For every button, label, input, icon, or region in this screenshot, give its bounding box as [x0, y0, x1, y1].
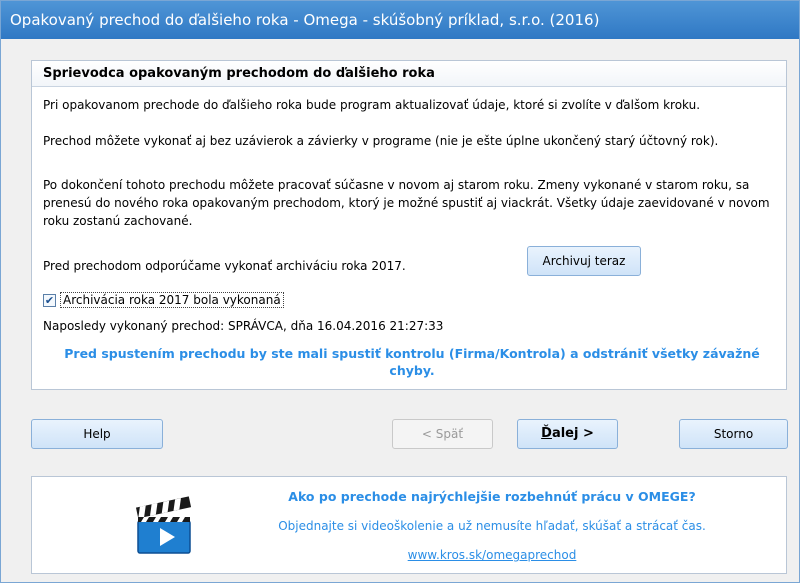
archive-done-checkbox-row[interactable]: ✔ Archivácia roka 2017 bola vykonaná	[43, 290, 284, 310]
promo-link[interactable]: www.kros.sk/omegaprechod	[242, 548, 742, 562]
back-button[interactable]: < Späť	[392, 419, 493, 449]
help-button[interactable]: Help	[31, 419, 163, 449]
info-paragraph-3: Po dokončení tohoto prechodu môžete prac…	[43, 178, 770, 228]
wizard-window: Opakovaný prechod do ďalšieho roka - Ome…	[0, 0, 800, 583]
clapperboard-icon	[135, 496, 192, 554]
warning-message: Pred spustením prechodu by ste mali spus…	[64, 346, 760, 378]
next-button[interactable]: Ďalej >	[517, 419, 618, 449]
archive-recommendation: Pred prechodom odporúčame vykonať archiv…	[43, 259, 406, 273]
next-button-mnemonic: Ď	[541, 426, 552, 441]
info-paragraph-1: Pri opakovanom prechode do ďalšieho roka…	[43, 98, 701, 112]
promo-panel: Ako po prechode najrýchlejšie rozbehnúť …	[31, 476, 787, 574]
archive-now-button[interactable]: Archivuj teraz	[527, 246, 641, 276]
info-paragraph-2: Prechod môžete vykonať aj bez uzávierok …	[43, 134, 719, 148]
cancel-button[interactable]: Storno	[679, 419, 788, 449]
archive-done-checkbox[interactable]: ✔	[43, 293, 56, 307]
promo-title: Ako po prechode najrýchlejšie rozbehnúť …	[288, 489, 696, 504]
wizard-header: Sprievodca opakovaným prechodom do ďalši…	[32, 61, 786, 87]
last-run-info: Naposledy vykonaný prechod: SPRÁVCA, dňa…	[43, 319, 444, 333]
archive-done-label[interactable]: Archivácia roka 2017 bola vykonaná	[60, 292, 284, 308]
next-button-label: alej >	[551, 426, 594, 441]
promo-subtitle: Objednajte si videoškolenie a už nemusít…	[278, 519, 706, 533]
wizard-panel: Sprievodca opakovaným prechodom do ďalši…	[31, 60, 787, 390]
window-title: Opakovaný prechod do ďalšieho roka - Ome…	[1, 1, 799, 39]
